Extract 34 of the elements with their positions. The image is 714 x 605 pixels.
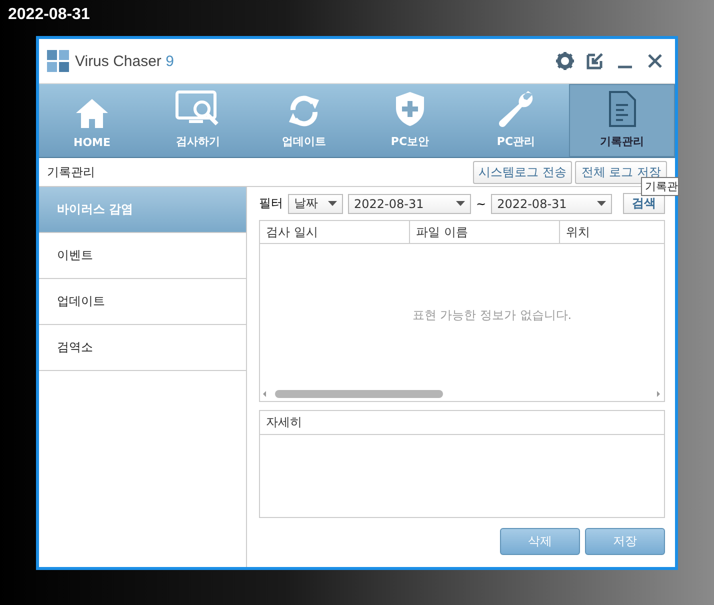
date-caption: 2022-08-31 [8, 6, 90, 24]
caret-icon [597, 201, 606, 206]
shield-plus-icon [394, 90, 426, 128]
nav-tab[interactable]: PC관리 [463, 84, 569, 157]
column-header[interactable]: 검사 일시 [260, 221, 410, 244]
filter-type-dropdown[interactable]: 날짜 [288, 194, 343, 214]
filter-label: 필터 [259, 195, 283, 212]
nav-tab[interactable]: PC보안 [357, 84, 463, 157]
monitor-magnifier-icon [175, 90, 221, 128]
document-icon [607, 90, 637, 128]
column-header[interactable]: 파일 이름 [410, 221, 560, 244]
caret-icon [328, 201, 337, 206]
details-header: 자세히 [260, 411, 664, 435]
header-button[interactable]: 시스템로그 전송 [472, 160, 572, 184]
start-date-dropdown[interactable]: 2022-08-31 [348, 194, 471, 214]
section-title: 기록관리 [47, 164, 95, 180]
range-separator: ~ [476, 196, 486, 210]
nav-tab[interactable]: HOME [39, 84, 145, 157]
logo-icon [47, 50, 69, 72]
end-date-dropdown[interactable]: 2022-08-31 [491, 194, 612, 214]
nav-tab[interactable]: 업데이트 [251, 84, 357, 157]
nav-tab[interactable]: 검사하기 [145, 84, 251, 157]
settings-icon[interactable] [553, 49, 577, 73]
nav-tab[interactable]: 기록관리 [569, 84, 675, 157]
home-icon [74, 96, 110, 130]
search-button[interactable]: 검색 [623, 193, 665, 214]
tooltip: 기록관 [641, 177, 679, 196]
app-title: Virus Chaser 9 [75, 52, 174, 70]
sidebar-item[interactable]: 검역소 [39, 325, 246, 371]
column-header[interactable]: 위치 [560, 221, 664, 244]
empty-message: 표현 가능한 정보가 없습니다. [411, 307, 573, 324]
sidebar-item[interactable]: 이벤트 [39, 233, 246, 279]
sidebar-item[interactable]: 업데이트 [39, 279, 246, 325]
caret-icon [456, 201, 465, 206]
